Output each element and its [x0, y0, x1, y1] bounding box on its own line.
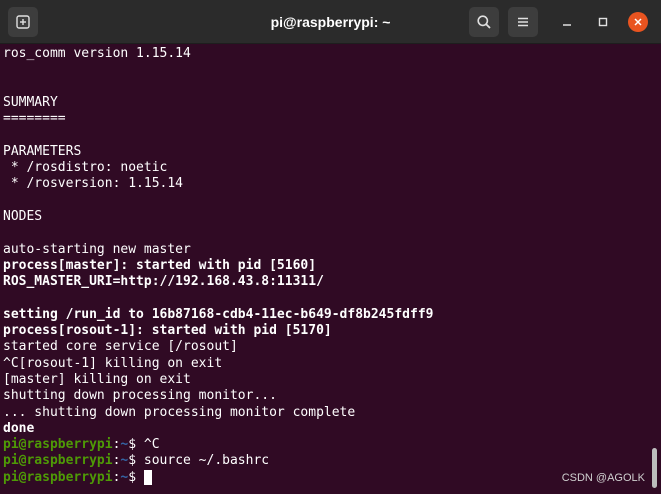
terminal-line: setting /run_id to 16b87168-cdb4-11ec-b6…	[3, 306, 434, 322]
close-icon	[634, 18, 642, 26]
prompt-line: pi@raspberrypi:~$ source ~/.bashrc	[3, 453, 650, 469]
terminal-line: ^C[rosout-1] killing on exit	[3, 355, 223, 371]
terminal-line: * /rosdistro: noetic	[3, 160, 168, 176]
terminal-line: PARAMETERS	[3, 143, 82, 159]
maximize-icon	[598, 17, 608, 27]
terminal-line: shutting down processing monitor...	[3, 388, 277, 404]
prompt-line: pi@raspberrypi:~$ ^C	[3, 437, 650, 453]
terminal-line: process[rosout-1]: started with pid [517…	[3, 323, 332, 339]
terminal-line: NODES	[3, 208, 43, 224]
terminal-scrollbar[interactable]	[652, 448, 657, 488]
prompt-line: pi@raspberrypi:~$	[3, 469, 650, 486]
title-bar: pi@raspberrypi: ~	[0, 0, 661, 44]
prompt-user: pi@raspberrypi	[3, 437, 113, 453]
prompt-user: pi@raspberrypi	[3, 469, 113, 485]
command-text: ^C	[143, 437, 160, 453]
menu-button[interactable]	[508, 7, 538, 37]
prompt-symbol: $	[128, 437, 144, 453]
terminal-line: ros_comm version 1.15.14	[3, 46, 191, 61]
terminal-window: pi@raspberrypi: ~ ros_comm version 1.15.…	[0, 0, 661, 494]
text-cursor	[143, 469, 152, 485]
new-tab-button[interactable]	[8, 7, 38, 37]
minimize-button[interactable]	[558, 13, 576, 31]
terminal-line: ROS_MASTER_URI=http://192.168.43.8:11311…	[3, 274, 324, 290]
watermark: CSDN @AGOLK	[561, 472, 645, 484]
prompt-user: pi@raspberrypi	[3, 453, 113, 469]
prompt-symbol: $	[128, 469, 144, 485]
terminal-line: started core service [/rosout]	[3, 339, 238, 355]
terminal-line: [master] killing on exit	[3, 371, 191, 387]
terminal-line: auto-starting new master	[3, 241, 191, 257]
terminal-line: * /rosversion: 1.15.14	[3, 176, 184, 192]
terminal-line: done	[3, 420, 35, 436]
maximize-button[interactable]	[594, 13, 612, 31]
terminal-line: process[master]: started with pid [5160]	[3, 257, 317, 273]
search-button[interactable]	[469, 7, 499, 37]
close-button[interactable]	[628, 12, 648, 32]
new-tab-icon	[16, 15, 30, 29]
minimize-icon	[563, 24, 571, 26]
terminal-line: ... shutting down processing monitor com…	[3, 404, 356, 420]
search-icon	[477, 15, 491, 29]
terminal-line: SUMMARY	[3, 94, 58, 110]
terminal-line: ========	[3, 111, 66, 127]
prompt-symbol: $	[128, 453, 144, 469]
terminal-output[interactable]: ros_comm version 1.15.14 SUMMARY ======== P…	[0, 44, 650, 494]
hamburger-menu-icon	[518, 17, 528, 27]
command-text: source ~/.bashrc	[143, 453, 270, 469]
